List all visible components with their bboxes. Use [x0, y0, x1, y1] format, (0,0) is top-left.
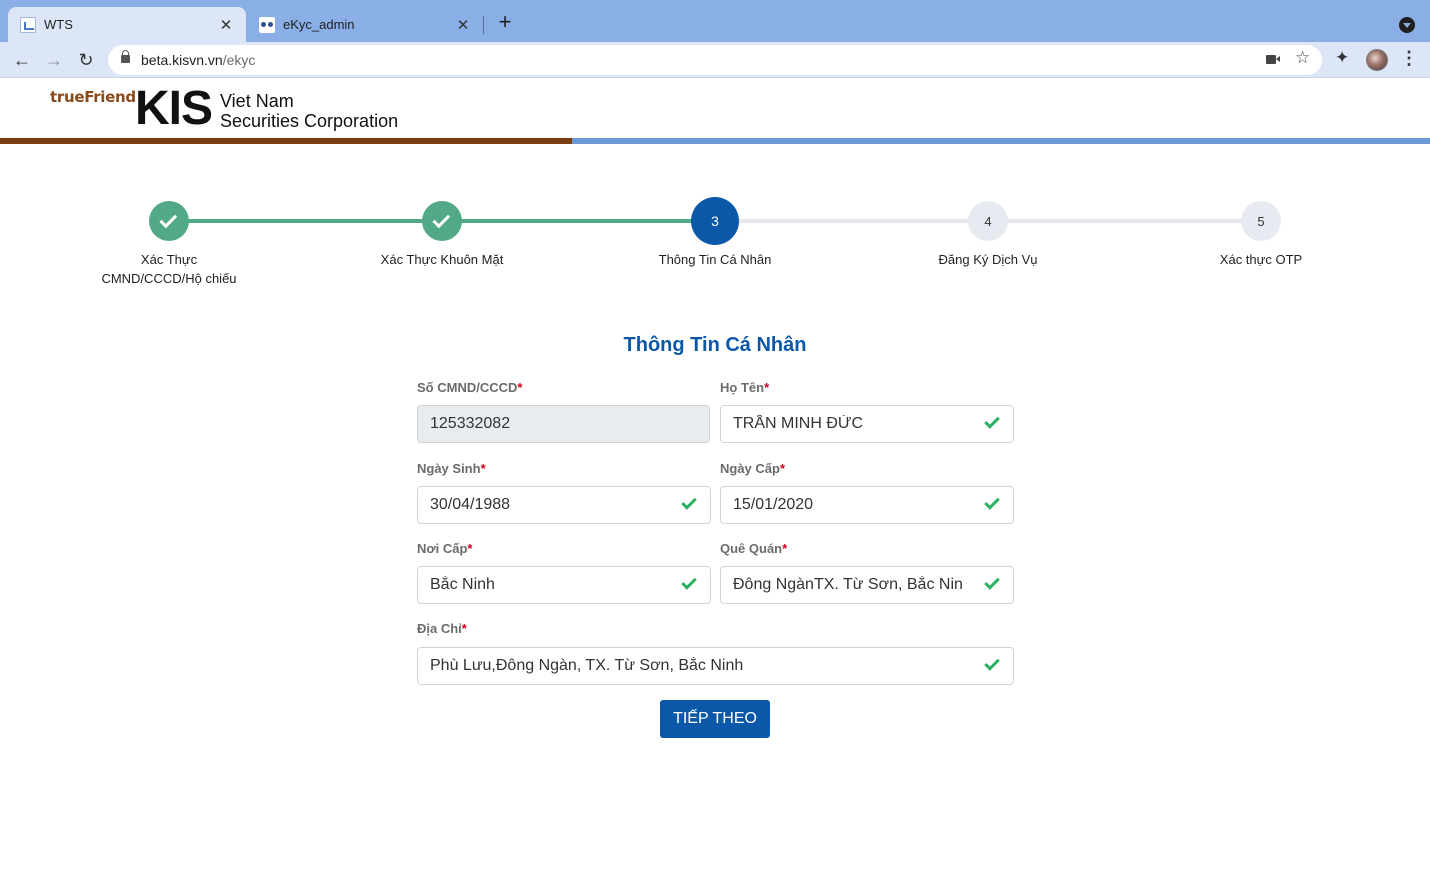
camera-icon[interactable]: [1266, 55, 1280, 64]
id-number-label: Số CMND/CCCD*: [417, 380, 522, 395]
id-number-value: 125332082: [430, 415, 511, 432]
label-text: Họ Tên: [720, 380, 765, 395]
tab-wts[interactable]: WTS ✕: [8, 7, 246, 42]
extensions-puzzle-icon[interactable]: ✦: [1335, 48, 1349, 68]
full-name-value: TRẦN MINH ĐỨC: [733, 415, 864, 432]
tab-ekyc-admin[interactable]: eKyc_admin ✕: [247, 7, 483, 42]
form-title: Thông Tin Cá Nhân: [623, 334, 807, 356]
profile-avatar[interactable]: [1366, 49, 1388, 71]
url-path: /ekyc: [222, 52, 256, 68]
valid-check-icon: [984, 574, 1000, 590]
label-text: Quê Quán: [720, 541, 783, 556]
site-header: trueFriend KIS Viet Nam Securities Corpo…: [0, 79, 1430, 144]
required-mark: *: [764, 380, 770, 395]
label-text: Số CMND/CCCD: [417, 380, 518, 395]
close-icon[interactable]: ✕: [455, 16, 471, 34]
required-mark: *: [467, 541, 473, 556]
header-stripe-brown: [0, 138, 572, 144]
ekyc-favicon-icon: [259, 16, 275, 33]
step-1-check-icon: [149, 201, 189, 241]
issue-place-field[interactable]: Bắc Ninh: [417, 566, 711, 604]
valid-check-icon: [984, 494, 1000, 510]
label-text: Ngày Cấp: [720, 461, 780, 476]
tab-title: WTS: [44, 17, 73, 32]
company-name-line1: Viet Nam: [220, 91, 294, 111]
close-icon[interactable]: ✕: [218, 16, 234, 34]
truefriend-logo: trueFriend: [50, 88, 136, 106]
valid-check-icon: [681, 574, 697, 590]
required-mark: *: [480, 461, 486, 476]
tab-title: eKyc_admin: [283, 17, 355, 32]
address-bar[interactable]: beta.kisvn.vn/ekyc ☆: [108, 45, 1322, 75]
address-label: Địa Chỉ*: [417, 621, 467, 636]
label-text: Địa Chỉ: [417, 621, 462, 636]
required-mark: *: [779, 461, 786, 476]
step-connector: [169, 219, 442, 223]
url-host: beta.kisvn.vn: [141, 52, 223, 68]
birth-date-field[interactable]: 30/04/1988: [417, 486, 711, 524]
step-2-check-icon: [422, 201, 462, 241]
step-connector: [442, 219, 715, 223]
wts-favicon-icon: [20, 16, 36, 33]
back-arrow-icon[interactable]: ←: [10, 48, 34, 72]
full-name-label: Họ Tên*: [720, 380, 769, 395]
label-text: Nơi Cấp: [417, 541, 468, 556]
hometown-value: Đông NgànTX. Từ Sơn, Bắc Nin: [733, 576, 963, 593]
full-name-field[interactable]: TRẦN MINH ĐỨC: [720, 405, 1014, 443]
header-stripe-blue: [572, 138, 1430, 144]
kis-logo: KIS: [135, 82, 213, 135]
hometown-label: Quê Quán*: [720, 541, 787, 556]
browser-tab-bar: WTS ✕ eKyc_admin ✕ +: [0, 0, 1430, 42]
company-name-line2: Securities Corporation: [220, 111, 399, 131]
step-4-label: Đăng Ký Dịch Vụ: [938, 252, 1038, 267]
required-mark: *: [461, 621, 467, 636]
next-button[interactable]: TIẾP THEO: [660, 700, 770, 738]
birth-date-label: Ngày Sinh*: [417, 461, 486, 476]
step-1-label: Xác Thực CMND/CCCD/Hộ chiếu: [101, 252, 237, 286]
step-connector: [715, 219, 988, 223]
id-number-field[interactable]: 125332082: [417, 405, 710, 443]
tab-search-icon[interactable]: [1399, 17, 1415, 33]
step-3-label: Thông Tin Cá Nhân: [658, 252, 772, 267]
reload-icon[interactable]: ↻: [74, 48, 98, 72]
birth-date-value: 30/04/1988: [430, 496, 511, 513]
issue-place-value: Bắc Ninh: [430, 576, 495, 593]
address-value: Phù Lưu,Đông Ngàn, TX. Từ Sơn, Bắc Ninh: [430, 657, 744, 674]
browser-toolbar: ← → ↻ beta.kisvn.vn/ekyc ☆ ✦ ⋮: [0, 42, 1430, 78]
tab-separator: [483, 16, 484, 34]
address-field[interactable]: Phù Lưu,Đông Ngàn, TX. Từ Sơn, Bắc Ninh: [417, 647, 1014, 685]
step-5-label: Xác thực OTP: [1219, 252, 1303, 267]
forward-arrow-icon[interactable]: →: [42, 48, 66, 72]
valid-check-icon: [984, 413, 1000, 429]
issue-date-value: 15/01/2020: [733, 496, 814, 513]
lock-icon[interactable]: [121, 50, 130, 63]
step-2-label: Xác Thực Khuôn Mặt: [380, 252, 504, 267]
bookmark-star-icon[interactable]: ☆: [1295, 48, 1310, 68]
hometown-field[interactable]: Đông NgànTX. Từ Sơn, Bắc Nin: [720, 566, 1014, 604]
issue-date-label: Ngày Cấp*: [720, 461, 785, 476]
new-tab-button[interactable]: +: [494, 11, 516, 33]
url-text[interactable]: beta.kisvn.vn/ekyc: [141, 52, 255, 68]
step-4-indicator: 4: [968, 201, 1008, 241]
required-mark: *: [517, 380, 523, 395]
step-5-indicator: 5: [1241, 201, 1281, 241]
issue-place-label: Nơi Cấp*: [417, 541, 472, 556]
required-mark: *: [782, 541, 788, 556]
issue-date-field[interactable]: 15/01/2020: [720, 486, 1014, 524]
step-3-indicator: 3: [691, 197, 739, 245]
label-text: Ngày Sinh: [417, 461, 481, 476]
step-connector: [988, 219, 1261, 223]
more-menu-icon[interactable]: ⋮: [1400, 48, 1418, 69]
valid-check-icon: [681, 494, 697, 510]
valid-check-icon: [984, 655, 1000, 671]
